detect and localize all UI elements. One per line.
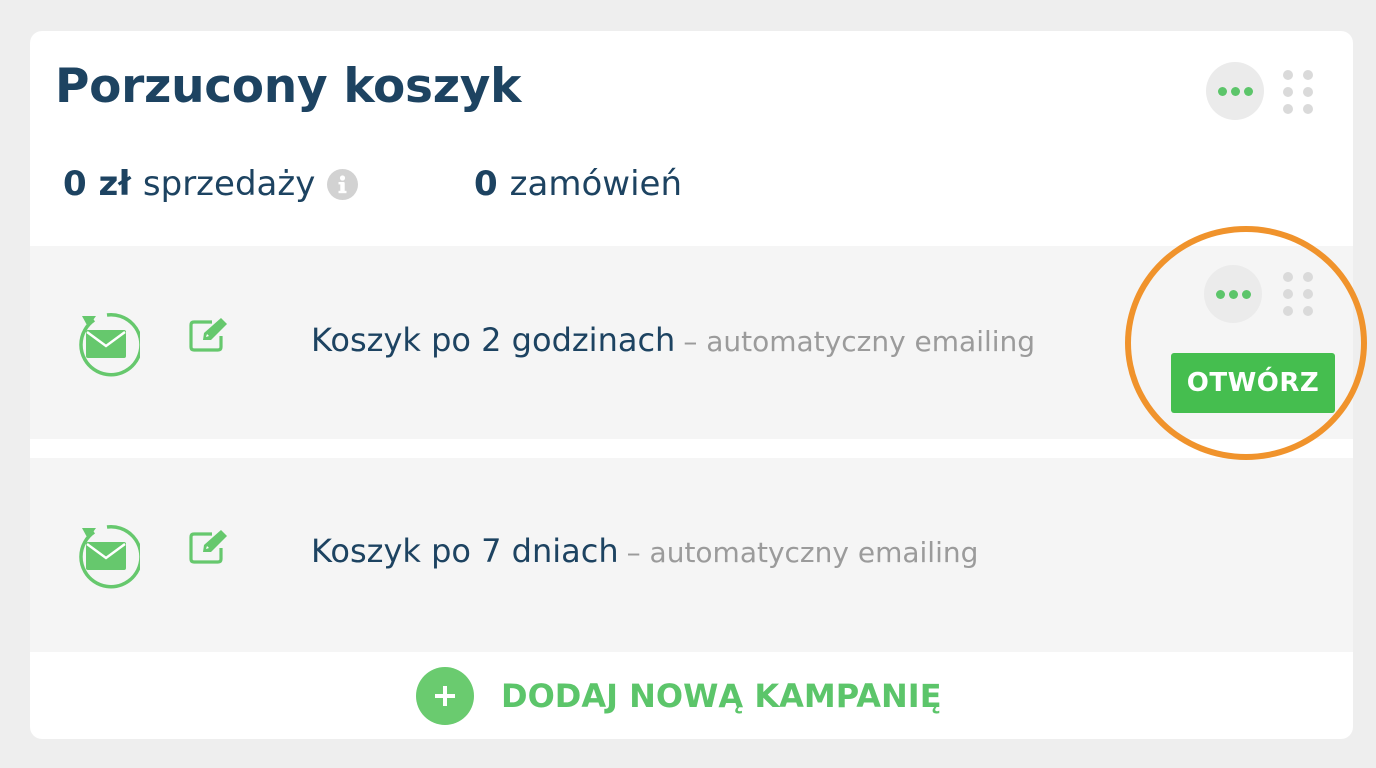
orders-stat: 0 zamówień	[474, 164, 682, 204]
add-campaign-row: DODAJ NOWĄ KAMPANIĘ	[30, 662, 1353, 732]
campaign-title[interactable]: Koszyk po 2 godzinach – automatyczny emai…	[311, 321, 1035, 359]
sales-label: sprzedaży	[142, 164, 316, 204]
campaign-title[interactable]: Koszyk po 7 dniach – automatyczny emailin…	[311, 532, 978, 570]
sales-stat: 0 zł sprzedaży	[63, 164, 359, 204]
widget-drag-handle-icon[interactable]	[1283, 70, 1313, 114]
widget-more-button[interactable]	[1206, 62, 1264, 120]
campaign-name[interactable]: Koszyk po 2 godzinach	[311, 321, 675, 359]
row-divider	[30, 439, 1353, 458]
sales-value: 0 zł	[63, 164, 131, 204]
more-dots-icon	[1217, 86, 1227, 96]
orders-label: zamówień	[509, 164, 682, 204]
campaign-row[interactable]: Koszyk po 7 dniach – automatyczny emailin…	[30, 458, 1353, 652]
orders-value: 0	[474, 164, 498, 204]
mail-refresh-icon	[74, 524, 143, 590]
add-campaign-button[interactable]: DODAJ NOWĄ KAMPANIĘ	[416, 667, 942, 725]
campaign-type: – automatyczny emailing	[626, 536, 979, 569]
edit-icon[interactable]	[188, 316, 232, 354]
highlight-circle	[1125, 226, 1367, 460]
add-campaign-label: DODAJ NOWĄ KAMPANIĘ	[501, 677, 942, 715]
campaign-type: – automatyczny emailing	[683, 325, 1036, 358]
widget-title: Porzucony koszyk	[55, 59, 522, 114]
mail-refresh-icon	[74, 312, 143, 378]
plus-icon	[416, 667, 474, 725]
campaign-name[interactable]: Koszyk po 7 dniach	[311, 532, 619, 570]
edit-icon[interactable]	[188, 528, 232, 566]
info-icon[interactable]	[327, 168, 359, 200]
